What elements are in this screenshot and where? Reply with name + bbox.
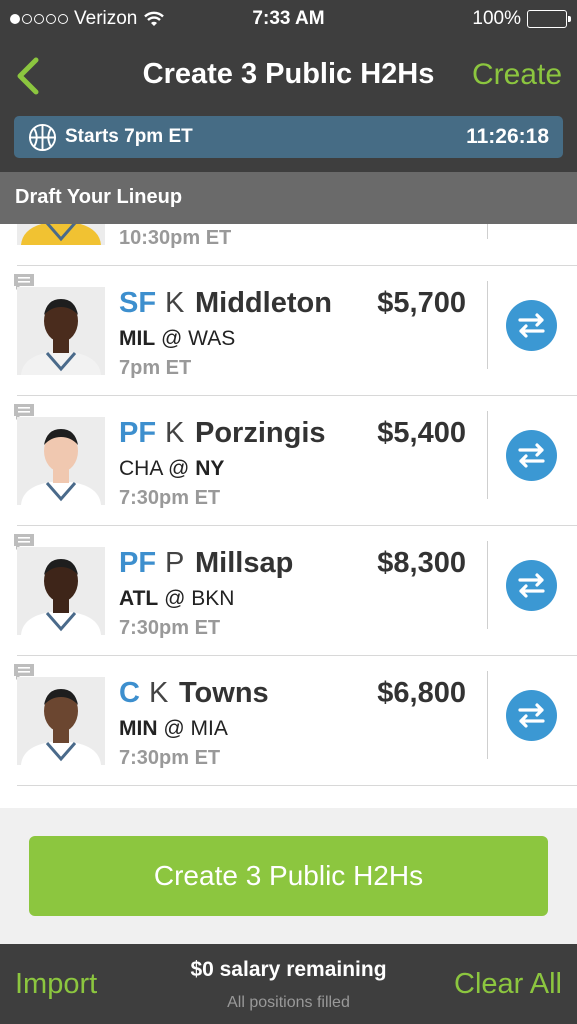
- player-salary: $5,700: [377, 287, 466, 319]
- player-last-name: Millsap: [195, 547, 294, 579]
- player-last-name: Towns: [179, 677, 269, 709]
- footer-bar: Import $0 salary remaining All positions…: [0, 944, 577, 1024]
- swap-arrows-icon: [518, 573, 545, 598]
- player-row[interactable]: PF K Porzingis $5,400 CHA @ NY 7:30pm ET: [0, 396, 577, 526]
- player-first-initial: P: [165, 547, 185, 579]
- player-photo: [17, 677, 105, 765]
- navigation-bar: Create 3 Public H2Hs Create: [0, 40, 577, 110]
- row-separator: [487, 671, 488, 759]
- game-time: 7:30pm ET: [119, 617, 221, 639]
- player-first-initial: K: [149, 677, 169, 709]
- player-row[interactable]: TOR @ GS10:30pm ET: [0, 224, 577, 266]
- create-button[interactable]: Create: [472, 58, 562, 92]
- start-time-text: Starts 7pm ET: [65, 126, 193, 147]
- swap-arrows-icon: [518, 443, 545, 468]
- player-position: C: [119, 677, 140, 709]
- at-symbol: @: [168, 457, 190, 480]
- game-time: 7:30pm ET: [119, 747, 221, 769]
- player-photo: [17, 547, 105, 635]
- swap-player-button[interactable]: [506, 430, 557, 481]
- section-header: Draft Your Lineup: [0, 172, 577, 224]
- basketball-icon: [28, 123, 57, 152]
- player-photo: [17, 417, 105, 505]
- player-first-initial: K: [165, 417, 185, 449]
- game-matchup: ATL @ BKN: [119, 587, 234, 611]
- row-separator: [487, 541, 488, 629]
- swap-player-button[interactable]: [506, 560, 557, 611]
- swap-arrows-icon: [518, 703, 545, 728]
- lineup-list[interactable]: TOR @ GS10:30pm ETSFKMiddleton$5,700MIL …: [0, 224, 577, 808]
- game-matchup: CHA @ NY: [119, 457, 224, 481]
- game-matchup: MIL @ WAS: [119, 327, 235, 351]
- lineup-list-content: TOR @ GS10:30pm ETSFKMiddleton$5,700MIL …: [0, 224, 577, 786]
- contest-banner-container: Starts 7pm ET 11:26:18: [0, 110, 577, 172]
- player-row[interactable]: SF K Middleton $5,700 MIL @ WAS 7pm ET: [0, 266, 577, 396]
- at-symbol: @: [164, 587, 186, 610]
- player-first-initial: K: [165, 287, 185, 319]
- swap-player-button[interactable]: [506, 690, 557, 741]
- player-position: PF: [119, 547, 157, 579]
- row-separator: [487, 224, 488, 239]
- home-team: BKN: [191, 587, 235, 610]
- player-row[interactable]: C K Towns $6,800 MIN @ MIA 7:30pm ET: [0, 656, 577, 786]
- player-photo: [17, 224, 105, 245]
- home-team: NY: [195, 457, 225, 480]
- player-salary: $5,400: [377, 417, 466, 449]
- swap-arrows-icon: [518, 313, 545, 338]
- home-team: WAS: [188, 327, 236, 350]
- row-divider: [17, 785, 577, 786]
- at-symbol: @: [163, 717, 185, 740]
- contest-start-banner: Starts 7pm ET 11:26:18: [14, 116, 563, 158]
- player-position: PF: [119, 417, 157, 449]
- countdown-timer: 11:26:18: [466, 125, 549, 148]
- status-bar: Verizon 7:33 AM 100%: [0, 0, 577, 40]
- player-photo: [17, 287, 105, 375]
- player-salary: $6,800: [377, 677, 466, 709]
- create-h2hs-button[interactable]: Create 3 Public H2Hs: [29, 836, 548, 916]
- away-team: ATL: [119, 587, 159, 610]
- player-last-name: Porzingis: [195, 417, 326, 449]
- cta-area: Create 3 Public H2Hs: [0, 808, 577, 944]
- battery-percentage: 100%: [472, 8, 521, 29]
- game-matchup: MIN @ MIA: [119, 717, 228, 741]
- player-last-name: Middleton: [195, 287, 332, 319]
- battery-icon: [527, 10, 571, 28]
- player-position: SF: [119, 287, 157, 319]
- away-team: MIN: [119, 717, 158, 740]
- clear-all-button[interactable]: Clear All: [454, 968, 562, 1001]
- row-separator: [487, 281, 488, 369]
- game-time: 7:30pm ET: [119, 487, 221, 509]
- player-row[interactable]: PF P Millsap $8,300 ATL @ BKN 7:30pm ET: [0, 526, 577, 656]
- swap-player-button[interactable]: [506, 300, 557, 351]
- player-salary: $8,300: [377, 547, 466, 579]
- game-time: 10:30pm ET: [119, 227, 232, 249]
- row-separator: [487, 411, 488, 499]
- home-team: MIA: [190, 717, 228, 740]
- away-team: MIL: [119, 327, 156, 350]
- game-time: 7pm ET: [119, 357, 192, 379]
- at-symbol: @: [161, 327, 183, 350]
- away-team: CHA: [119, 457, 163, 480]
- battery-status: 100%: [472, 8, 571, 30]
